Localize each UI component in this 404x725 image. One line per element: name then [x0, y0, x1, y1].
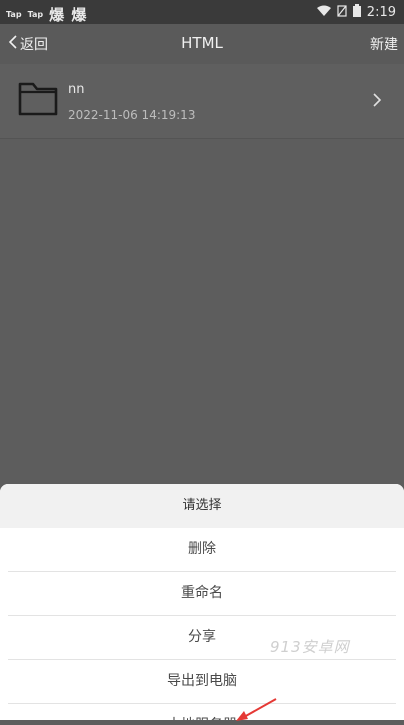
notification-icons: 爆 爆 [49, 6, 88, 24]
option-rename[interactable]: 重命名 [8, 572, 396, 616]
tap-app-icon-2: Tap [27, 10, 44, 19]
battery-icon [352, 4, 361, 21]
folder-icon [18, 80, 58, 116]
new-button[interactable]: 新建 [370, 34, 398, 54]
option-export-to-pc[interactable]: 导出到电脑 [8, 660, 396, 704]
no-sim-icon [337, 4, 347, 21]
list-item[interactable]: nn 2022-11-06 14:19:13 [0, 64, 404, 139]
chevron-right-icon [372, 92, 382, 108]
file-date: 2022-11-06 14:19:13 [68, 108, 196, 122]
annotation-arrow-icon [232, 697, 280, 721]
watermark: 913安卓网 [270, 638, 350, 656]
app-bar: 返回 HTML 新建 [0, 24, 404, 64]
tap-app-icon: Tap [6, 10, 22, 19]
file-name: nn [68, 82, 85, 97]
status-bar: Tap Tap 爆 爆 2:19 [0, 0, 404, 24]
option-local-server[interactable]: 本地服务器 [8, 704, 396, 720]
sheet-title: 请选择 [0, 484, 404, 528]
option-delete[interactable]: 删除 [8, 528, 396, 572]
action-sheet: 请选择 删除 重命名 分享 导出到电脑 本地服务器 [0, 484, 404, 720]
page-title: HTML [181, 34, 223, 52]
clock: 2:19 [366, 5, 396, 20]
wifi-icon [316, 5, 331, 21]
